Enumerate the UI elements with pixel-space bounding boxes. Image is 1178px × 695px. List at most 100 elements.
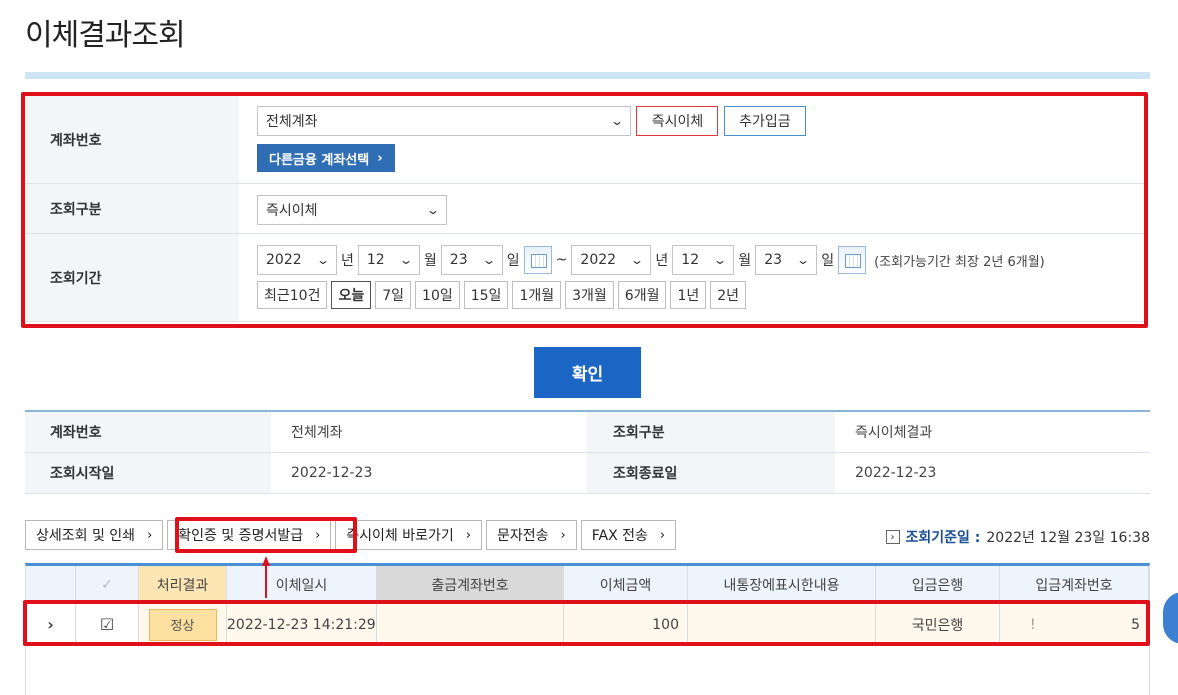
end-month-value: 12: [681, 252, 700, 268]
chevron-right-icon: ›: [465, 527, 471, 543]
chevron-right-icon: ›: [560, 527, 566, 543]
period-button-7d[interactable]: 7일: [375, 281, 412, 309]
amount-cell: 100: [564, 604, 688, 645]
from-account-cell: [377, 604, 564, 645]
other-bank-label: 다른금융 계좌선택: [269, 152, 370, 168]
result-grid: ✓ 처리결과 이체일시 출금계좌번호 이체금액 내통장에표시한내용 입금은행 입…: [25, 563, 1150, 695]
summary-account-value: 전체계좌: [291, 425, 343, 441]
chevron-down-icon: ⌄: [315, 253, 331, 267]
result-cell: 정상: [139, 604, 227, 645]
period-note: (조회가능기간 최장 2년 6개월): [874, 254, 1045, 270]
type-select[interactable]: 즉시이체 ⌄: [257, 195, 447, 225]
type-row: 조회구분 즉시이체 ⌄: [25, 184, 1147, 234]
end-day-select[interactable]: 23 ⌄: [755, 245, 818, 275]
period-button-1m[interactable]: 1개월: [512, 281, 562, 309]
chevron-down-icon: ⌄: [796, 253, 811, 267]
chevron-down-icon: ⌄: [425, 203, 441, 217]
year-unit: 년: [655, 253, 669, 269]
chevron-right-icon: ›: [659, 527, 666, 543]
basis-date: › 조회기준일 : 2022년 12월 23일 16:38: [885, 527, 1150, 547]
sms-button[interactable]: 문자전송 ›: [486, 520, 577, 550]
header-from-account: 출금계좌번호: [377, 566, 564, 603]
header-to-account: 입금계좌번호: [1000, 566, 1149, 603]
header-expand: [26, 566, 76, 603]
confirm-button[interactable]: 확인: [534, 347, 641, 398]
chevron-down-icon: ⌄: [398, 253, 413, 267]
start-year-value: 2022: [266, 252, 302, 268]
instant-transfer-button[interactable]: 즉시이체: [636, 106, 719, 136]
day-unit: 일: [506, 253, 520, 269]
status-badge: 정상: [148, 608, 217, 641]
year-unit: 년: [341, 253, 354, 269]
period-button-10d[interactable]: 10일: [415, 281, 460, 309]
range-tilde: ~: [555, 252, 568, 268]
chevron-right-icon: ›: [377, 150, 383, 166]
certificate-button[interactable]: 확인증 및 증명서발급 ›: [167, 520, 332, 550]
summary-start-value: 2022-12-23: [291, 465, 373, 481]
grid-header: ✓ 처리결과 이체일시 출금계좌번호 이체금액 내통장에표시한내용 입금은행 입…: [26, 566, 1149, 604]
period-button-recent10[interactable]: 최근10건: [257, 281, 328, 309]
result-summary: 계좌번호 전체계좌 조회구분 즉시이체결과 조회시작일 2022-12-23 조…: [25, 410, 1150, 494]
sms-label: 문자전송: [497, 528, 549, 544]
go-instant-transfer-button[interactable]: 즉시이체 바로가기 ›: [335, 520, 482, 550]
end-month-select[interactable]: 12 ⌄: [672, 245, 735, 275]
account-row: 계좌번호 전체계좌 ⌄ 즉시이체 추가입금 다른금융 계좌선택 ›: [25, 96, 1147, 184]
chevron-down-icon: ⌄: [630, 253, 645, 267]
summary-end-label: 조회종료일: [587, 453, 835, 493]
end-year-select[interactable]: 2022 ⌄: [571, 245, 652, 275]
floating-chat-button[interactable]: [1163, 592, 1178, 644]
account-select-value: 전체계좌: [266, 114, 318, 130]
summary-end-value: 2022-12-23: [855, 465, 937, 481]
page-title: 이체결과조회: [25, 18, 186, 53]
period-button-today[interactable]: 오늘: [331, 281, 372, 309]
start-day-value: 23: [449, 252, 468, 268]
detail-print-button[interactable]: 상세조회 및 인쇄 ›: [25, 520, 164, 550]
account-select[interactable]: 전체계좌 ⌄: [257, 106, 631, 136]
start-year-select[interactable]: 2022 ⌄: [257, 245, 337, 275]
chevron-right-icon: ›: [315, 527, 321, 543]
type-select-value: 즉시이체: [266, 203, 318, 219]
other-bank-account-button[interactable]: 다른금융 계좌선택 ›: [257, 144, 395, 172]
header-datetime: 이체일시: [227, 566, 377, 603]
basis-value: 2022년 12월 23일 16:38: [986, 530, 1150, 546]
day-unit: 일: [821, 253, 835, 269]
table-row[interactable]: › ☑ 정상 2022-12-23 14:21:29 100 국민은행 ! 5: [26, 604, 1149, 646]
calendar-icon[interactable]: [838, 246, 867, 274]
period-button-3m[interactable]: 3개월: [565, 281, 614, 309]
title-divider: [25, 72, 1150, 79]
end-day-value: 23: [764, 252, 783, 268]
search-form: 계좌번호 전체계좌 ⌄ 즉시이체 추가입금 다른금융 계좌선택 › 조회구분 즉…: [25, 95, 1147, 327]
calendar-icon[interactable]: [523, 246, 552, 274]
quick-period-buttons: 최근10건 오늘 7일 10일 15일 1개월 3개월 6개월 1년 2년: [257, 281, 1147, 309]
period-button-15d[interactable]: 15일: [463, 281, 509, 309]
chevron-down-icon: ⌄: [713, 253, 728, 267]
bank-cell: 국민은행: [876, 604, 1000, 645]
add-deposit-button[interactable]: 추가입금: [723, 106, 806, 136]
certificate-label: 확인증 및 증명서발급: [178, 528, 304, 544]
account-label: 계좌번호: [25, 96, 239, 183]
summary-start-label: 조회시작일: [25, 453, 271, 493]
detail-print-label: 상세조회 및 인쇄: [36, 528, 136, 544]
expand-row-icon[interactable]: ›: [26, 604, 76, 645]
month-unit: 월: [423, 253, 437, 269]
fax-label: FAX 전송: [591, 528, 648, 544]
go-instant-label: 즉시이체 바로가기: [346, 528, 454, 544]
period-button-1y[interactable]: 1년: [670, 281, 707, 309]
memo-cell: [688, 604, 876, 645]
fax-button[interactable]: FAX 전송 ›: [580, 520, 677, 550]
chevron-right-box-icon: ›: [885, 530, 900, 544]
chevron-down-icon: ⌄: [609, 114, 625, 128]
header-checkbox[interactable]: ✓: [76, 566, 139, 603]
period-row: 조회기간 2022 ⌄ 년 12 ⌄ 월 23 ⌄ 일 ~ 2022 ⌄ 년 12 ⌄ 월…: [25, 234, 1147, 322]
period-button-6m[interactable]: 6개월: [617, 281, 667, 309]
row-checkbox[interactable]: ☑: [76, 604, 139, 645]
summary-type-label: 조회구분: [587, 412, 835, 452]
summary-type-value: 즉시이체결과: [855, 425, 933, 441]
datetime-cell: 2022-12-23 14:21:29: [227, 604, 377, 645]
start-month-select[interactable]: 12 ⌄: [357, 245, 420, 275]
start-day-select[interactable]: 23 ⌄: [440, 245, 503, 275]
period-button-2y[interactable]: 2년: [710, 281, 747, 309]
basis-label: 조회기준일 :: [905, 530, 981, 546]
type-label: 조회구분: [25, 184, 239, 233]
chevron-right-icon: ›: [147, 527, 153, 543]
